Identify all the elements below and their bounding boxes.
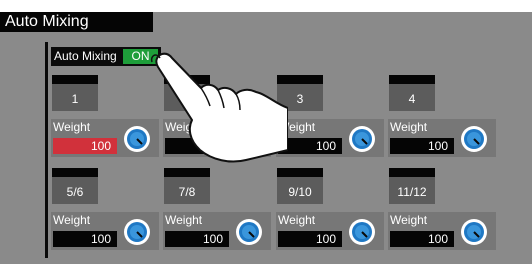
channel-label: 1 xyxy=(71,92,79,106)
weight-value-field[interactable]: 100 xyxy=(278,231,342,247)
channel-button-1[interactable]: 1 xyxy=(52,75,98,111)
rotary-knob-icon[interactable] xyxy=(123,125,151,153)
weight-value-field[interactable]: 100 xyxy=(53,138,117,154)
channel-label: 7/8 xyxy=(178,185,196,199)
channel-label: 5/6 xyxy=(66,185,84,199)
weight-label: Weight xyxy=(165,120,203,134)
rotary-knob-icon[interactable] xyxy=(235,218,263,246)
weight-control-3: Weight 100 xyxy=(276,119,384,157)
channel-label: 11/12 xyxy=(397,185,427,199)
rotary-knob-icon[interactable] xyxy=(460,125,488,153)
weight-control-11-12: Weight 100 xyxy=(388,212,496,250)
channel-button-7-8[interactable]: 7/8 xyxy=(164,168,210,204)
weight-control-1: Weight 100 xyxy=(51,119,159,157)
weight-label: Weight xyxy=(165,213,203,227)
weight-control-5-6: Weight 100 xyxy=(51,212,159,250)
rotary-knob-icon[interactable] xyxy=(348,218,376,246)
weight-value-field[interactable]: 100 xyxy=(278,138,342,154)
channel-label: 3 xyxy=(296,92,304,106)
weight-label: Weight xyxy=(278,213,316,227)
weight-control-9-10: Weight 100 xyxy=(276,212,384,250)
weight-control-7-8: Weight 100 xyxy=(163,212,271,250)
weight-value-field[interactable]: 100 xyxy=(390,138,454,154)
weight-value-field[interactable]: 100 xyxy=(390,231,454,247)
section-divider xyxy=(45,42,48,258)
weight-control-2: Weight 100 xyxy=(163,119,271,157)
channel-button-11-12[interactable]: 11/12 xyxy=(389,168,435,204)
weight-label: Weight xyxy=(53,120,91,134)
channel-button-4[interactable]: 4 xyxy=(389,75,435,111)
rotary-knob-icon[interactable] xyxy=(235,125,263,153)
weight-label: Weight xyxy=(278,120,316,134)
weight-label: Weight xyxy=(53,213,91,227)
weight-value-field[interactable]: 100 xyxy=(53,231,117,247)
rotary-knob-icon[interactable] xyxy=(123,218,151,246)
channel-button-3[interactable]: 3 xyxy=(277,75,323,111)
auto-mixing-on-button[interactable]: ON xyxy=(123,49,158,64)
channel-button-5-6[interactable]: 5/6 xyxy=(52,168,98,204)
screen: Auto Mixing Auto Mixing ON 1 3 4 Weight … xyxy=(0,0,532,264)
weight-value-field[interactable]: 100 xyxy=(165,138,229,154)
rotary-knob-icon[interactable] xyxy=(460,218,488,246)
weight-value-field[interactable]: 100 xyxy=(165,231,229,247)
weight-label: Weight xyxy=(390,213,428,227)
rotary-knob-icon[interactable] xyxy=(348,125,376,153)
auto-mixing-switch-row: Auto Mixing ON xyxy=(51,47,161,66)
auto-mixing-label: Auto Mixing xyxy=(54,49,117,63)
channel-label: 9/10 xyxy=(288,185,312,199)
title-bar: Auto Mixing xyxy=(0,12,153,32)
page-title: Auto Mixing xyxy=(5,13,89,30)
weight-control-4: Weight 100 xyxy=(388,119,496,157)
channel-label: 4 xyxy=(408,92,416,106)
channel-button-9-10[interactable]: 9/10 xyxy=(277,168,323,204)
weight-label: Weight xyxy=(390,120,428,134)
channel-button-2[interactable] xyxy=(164,75,210,111)
